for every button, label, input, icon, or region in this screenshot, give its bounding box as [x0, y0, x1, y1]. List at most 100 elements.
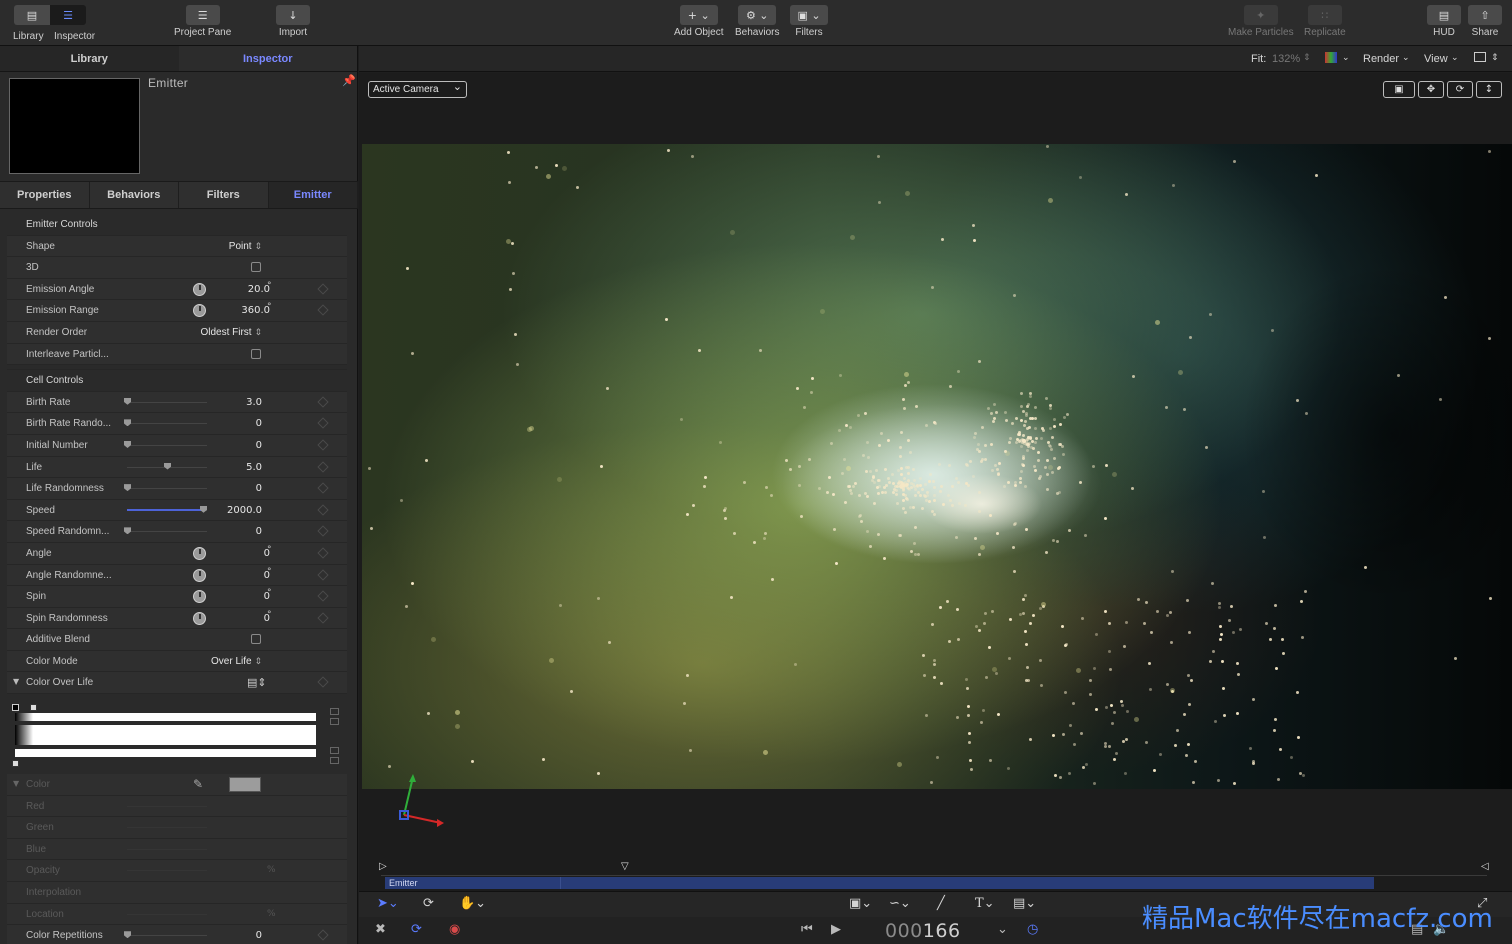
render-menu[interactable]: Render [1363, 53, 1399, 65]
render-order-popup[interactable]: Oldest First [200, 327, 262, 338]
tab-library[interactable]: Library [0, 46, 179, 71]
mute-icon[interactable]: ✖ [375, 922, 386, 937]
make-particles-button[interactable]: ✦ Make Particles [1228, 5, 1294, 38]
camera-icon[interactable]: ▣ [1383, 81, 1415, 98]
keyframe-icon[interactable] [317, 283, 329, 295]
param-value[interactable]: 5.0 [246, 462, 262, 473]
filters-button[interactable]: ▣ ⌄ Filters [790, 5, 828, 38]
color-mode-popup[interactable]: Over Life [211, 656, 262, 667]
play-icon[interactable]: ▶ [831, 922, 841, 937]
eyedropper-icon[interactable]: ✎ [193, 777, 203, 791]
chevron-down-icon[interactable]: ⌄ [1342, 53, 1350, 63]
chevron-down-icon[interactable]: ⌄ [1451, 53, 1459, 63]
canvas-viewer[interactable]: Active Camera ▣ ✥ ⟳ ↕ [359, 73, 1512, 859]
slider-track[interactable] [124, 931, 207, 939]
library-toggle-icon[interactable]: ▤ [14, 5, 50, 25]
library-inspector-toggle[interactable]: ▤ ☰ [14, 5, 86, 25]
text-tool-icon[interactable]: T⌄ [975, 896, 995, 911]
loop-icon[interactable]: ⟳ [411, 922, 422, 937]
param-value[interactable]: 2000.0 [227, 505, 262, 516]
project-pane-button[interactable]: ☰ Project Pane [174, 5, 231, 38]
gradient-opacity-tag[interactable] [30, 704, 37, 712]
shape-tool-icon[interactable]: ▣⌄ [849, 896, 872, 911]
gradient-color-tag[interactable] [12, 760, 19, 768]
slider-track[interactable] [124, 397, 207, 405]
keyframe-icon[interactable] [317, 568, 329, 581]
tab-behaviors[interactable]: Behaviors [90, 182, 179, 208]
slider-track[interactable] [124, 527, 207, 535]
keyframe-icon[interactable] [317, 547, 329, 559]
go-to-start-icon[interactable]: ⏮ [801, 922, 813, 937]
keyframe-icon[interactable] [317, 482, 329, 494]
slider-thumb[interactable] [124, 931, 131, 939]
hud-button[interactable]: ▤ HUD [1427, 5, 1461, 38]
timing-icon[interactable]: ◷ [1027, 922, 1038, 937]
shape-popup[interactable]: Point [229, 241, 262, 252]
inspector-toggle-icon[interactable]: ☰ [50, 5, 86, 25]
chevron-down-icon[interactable]: ⌄ [1402, 53, 1410, 63]
angle-dial[interactable] [193, 282, 206, 296]
gradient-opacity-bar[interactable] [15, 713, 316, 722]
orbit-icon[interactable]: ⟳ [1447, 81, 1473, 98]
slider-track[interactable] [127, 505, 207, 513]
dolly-icon[interactable]: ↕ [1476, 81, 1502, 98]
angle-dial[interactable] [193, 568, 206, 582]
param-value[interactable]: 0 [256, 930, 262, 941]
angle-dial[interactable] [193, 546, 206, 560]
view-menu[interactable]: View [1424, 53, 1448, 65]
slider-thumb[interactable] [164, 462, 171, 470]
zoom-stepper-icon[interactable]: ⇕ [1303, 53, 1311, 63]
fit-zoom-value[interactable]: 132% [1272, 53, 1300, 65]
keyframe-icon[interactable] [317, 304, 329, 317]
param-value[interactable]: 0 [256, 526, 262, 537]
disclosure-triangle-icon[interactable]: ▼ [13, 677, 19, 686]
tab-inspector[interactable]: Inspector [178, 46, 357, 71]
keyframe-icon[interactable] [317, 590, 329, 602]
pin-icon[interactable]: 📌 [342, 74, 356, 87]
add-object-button[interactable]: + ⌄ Add Object [674, 5, 723, 38]
gradient-menu-icon[interactable] [330, 757, 339, 765]
hand-pan-icon[interactable]: ✋⌄ [459, 896, 486, 911]
layout-stepper-icon[interactable]: ⇕ [1491, 53, 1499, 63]
gradient-menu-icon[interactable] [330, 708, 339, 716]
transform-gizmo[interactable] [397, 773, 447, 828]
transform-tool-icon[interactable]: ⟳ [423, 896, 434, 911]
keyframe-icon[interactable] [317, 460, 329, 473]
timecode-display[interactable]: 000166 [885, 920, 961, 942]
slider-thumb[interactable] [124, 419, 131, 427]
additive-blend-checkbox[interactable] [251, 634, 261, 645]
gradient-preset-icon[interactable]: ▤⇕ [247, 676, 267, 689]
tab-emitter[interactable]: Emitter [268, 182, 358, 208]
record-icon[interactable]: ◉ [449, 922, 460, 937]
channels-icon[interactable] [1325, 52, 1337, 63]
inspector-button-label[interactable]: Inspector [54, 31, 95, 42]
keyframe-icon[interactable] [317, 525, 329, 537]
playhead-icon[interactable]: ▽ [621, 861, 629, 872]
library-button-label[interactable]: Library [13, 31, 44, 42]
slider-thumb[interactable] [200, 505, 207, 513]
replicate-button[interactable]: ∷ Replicate [1304, 5, 1346, 38]
keyframe-icon[interactable] [317, 396, 329, 408]
param-value[interactable]: 0 [256, 418, 262, 429]
out-point-marker-icon[interactable]: ◁ [1481, 861, 1489, 872]
param-value[interactable]: 360.0 [241, 305, 270, 316]
param-value[interactable]: 0 [256, 483, 262, 494]
tab-filters[interactable]: Filters [179, 182, 269, 208]
bezier-tool-icon[interactable]: ∽⌄ [889, 896, 911, 911]
param-value[interactable]: 0 [256, 440, 262, 451]
mini-timeline[interactable]: ▷ ◁ ▽ Emitter [359, 859, 1512, 891]
slider-thumb[interactable] [124, 484, 131, 492]
slider-thumb[interactable] [124, 397, 131, 405]
gradient-menu-icon[interactable] [330, 718, 339, 726]
select-arrow-icon[interactable]: ➤⌄ [377, 896, 399, 911]
slider-track[interactable] [127, 462, 207, 470]
particle-render-canvas[interactable] [362, 144, 1512, 789]
cell-controls-header[interactable]: Cell Controls [7, 370, 347, 392]
slider-thumb[interactable] [124, 440, 131, 448]
timeline-clip[interactable]: Emitter [385, 877, 1374, 889]
gradient-menu-icon[interactable] [330, 747, 339, 755]
slider-track[interactable] [124, 484, 207, 492]
keyframe-icon[interactable] [317, 439, 329, 451]
in-point-marker-icon[interactable]: ▷ [379, 861, 387, 872]
angle-dial[interactable] [193, 304, 206, 318]
